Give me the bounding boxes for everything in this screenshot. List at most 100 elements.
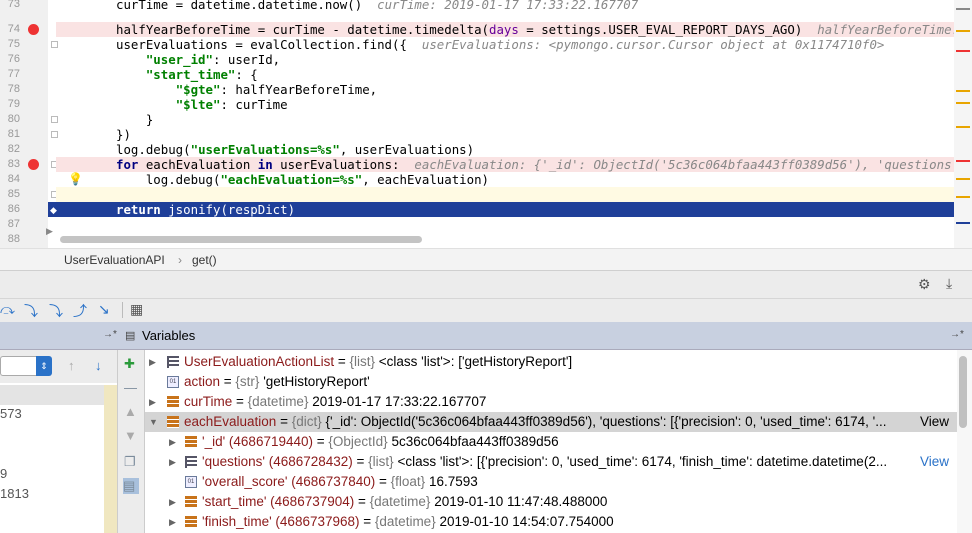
frame-item[interactable]: 573 [0,406,22,421]
code-line-breakpoint[interactable]: halfYearBeforeTime = curTime - datetime.… [56,22,954,37]
scroll-mark[interactable] [956,50,970,52]
line-number: 80 [7,113,20,125]
code-line[interactable]: curTime = datetime.datetime.now() curTim… [56,0,954,12]
evaluate-expression-icon[interactable]: ▦ [130,301,143,318]
breadcrumb-method[interactable]: get() [192,253,217,267]
expand-icon[interactable]: ▶ [149,352,156,372]
code-line[interactable]: log.debug("eachEvaluation=%s", eachEvalu… [56,172,954,187]
line-number: 79 [7,98,20,110]
line-number: 85 [7,188,20,200]
scroll-mark[interactable] [956,30,970,32]
code-line[interactable]: userEvaluations = evalCollection.find({ … [56,37,954,52]
variable-row[interactable]: ▶ 'start_time' (4686737904) = {datetime}… [145,492,957,512]
code-editor[interactable]: 73 74 75 76 77 78 79 80 81 82 83 84 85 8… [0,0,972,248]
primitive-icon: 01 [185,476,197,488]
scroll-mark[interactable] [956,8,970,10]
object-icon [185,496,197,508]
line-number: 83 [7,158,20,170]
variables-tree[interactable]: ▶ UserEvaluationActionList = {list} <cla… [145,350,957,533]
scroll-mark[interactable] [956,90,970,92]
variable-row[interactable]: 01 action = {str} 'getHistoryReport' [145,372,957,392]
scroll-mark[interactable] [956,178,970,180]
move-up-icon[interactable]: ▲ [124,404,137,419]
variable-row[interactable]: ▶ '_id' (4686719440) = {ObjectId} 5c36c0… [145,432,957,452]
frame-item[interactable]: 9 [0,466,7,481]
inline-debug-value: userEvaluations: <pymongo.cursor.Cursor … [421,37,885,52]
pin-icon[interactable]: →* [950,329,964,340]
variables-title: Variables [142,328,196,343]
step-into-icon[interactable]: ⤵ [24,301,38,321]
variable-row[interactable]: ▶ 'questions' (4686728432) = {list} <cla… [145,452,957,472]
code-line[interactable] [56,217,954,232]
expand-icon[interactable]: ▶ [169,452,176,472]
variable-row[interactable]: ▶ UserEvaluationActionList = {list} <cla… [145,352,957,372]
horizontal-scrollbar[interactable] [60,236,422,243]
code-line[interactable]: "user_id": userId, [56,52,954,67]
scroll-mark[interactable] [956,222,970,224]
copy-icon[interactable]: ❐ [124,454,136,470]
inline-debug-value: halfYearBeforeTime: 2018-07 [817,22,954,37]
hide-panel-icon[interactable]: ⤓ [946,275,952,292]
breadcrumb: UserEvaluationAPI › get() [0,248,972,270]
pin-icon[interactable]: →* [103,329,117,340]
object-icon [167,416,179,428]
list-icon [167,356,179,368]
code-line-caret[interactable] [56,187,954,202]
scroll-mark[interactable] [956,196,970,198]
code-line[interactable]: "start_time": { [56,67,954,82]
show-watches-icon[interactable]: ▤ [123,478,139,494]
chevron-down-icon[interactable]: ⇕ [36,356,52,376]
breakpoint-icon[interactable] [28,159,39,170]
lightbulb-icon[interactable]: 💡 [68,172,83,186]
error-stripe-scrollbar[interactable] [954,0,972,248]
run-to-cursor-icon[interactable]: ↘ [98,301,110,318]
variables-icon: ▤ [125,330,136,342]
line-number: 87 [7,218,20,230]
code-line[interactable]: "$lte": curTime [56,97,954,112]
code-line[interactable]: "$gte": halfYearBeforeTime, [56,82,954,97]
line-number: 86 [7,203,20,215]
code-line[interactable]: } [56,112,954,127]
variable-row[interactable]: 01 'overall_score' (4686737840) = {float… [145,472,957,492]
code-line[interactable]: }) [56,127,954,142]
next-frame-icon[interactable]: ↓ [95,358,102,373]
expand-icon[interactable]: ▶ [149,392,156,412]
gear-icon[interactable]: ⚙ [918,276,931,293]
line-number: 88 [7,233,20,245]
new-watch-icon[interactable]: ✚ [124,356,135,372]
expand-icon[interactable]: ▶ [169,432,176,452]
collapse-icon[interactable]: ▼ [149,412,158,432]
scroll-mark[interactable] [956,160,970,162]
object-icon [185,436,197,448]
breadcrumb-class[interactable]: UserEvaluationAPI [64,253,165,267]
step-into-my-code-icon[interactable]: ⤵ [49,301,63,321]
variables-scrollbar-thumb[interactable] [959,356,967,428]
remove-watch-icon[interactable]: — [124,380,137,395]
variables-panel-header: →* ▤ Variables →* [0,322,972,350]
line-number: 78 [7,83,20,95]
move-down-icon[interactable]: ▼ [124,428,137,443]
scroll-mark[interactable] [956,102,970,104]
frames-scrollbar[interactable] [104,385,117,533]
line-number: 74 [7,23,20,35]
view-link[interactable]: View [915,452,949,472]
previous-frame-icon[interactable]: ↑ [68,358,75,373]
variable-row[interactable]: ▶ 'finish_time' (4686737968) = {datetime… [145,512,957,532]
code-line[interactable]: log.debug("userEvaluations=%s", userEval… [56,142,954,157]
code-line-breakpoint[interactable]: for eachEvaluation in userEvaluations: e… [56,157,954,172]
expand-icon[interactable]: ▶ [169,492,176,512]
frames-panel: ↑ ↓ 573 9 1813 [0,350,117,533]
view-link[interactable]: View [915,412,949,432]
breakpoint-icon[interactable] [28,24,39,35]
step-out-icon[interactable]: ⤴ [73,301,87,321]
code-line-execution-point[interactable]: return jsonify(respDict) [48,202,954,217]
line-number: 84 [7,173,20,185]
step-over-icon[interactable]: ⤼ [0,301,15,318]
run-arrow-icon[interactable]: ▶ [46,226,53,237]
line-number: 75 [7,38,20,50]
expand-icon[interactable]: ▶ [169,512,176,532]
variable-row[interactable]: ▶ curTime = {datetime} 2019-01-17 17:33:… [145,392,957,412]
variable-row-selected[interactable]: ▼ eachEvaluation = {dict} {'_id': Object… [145,412,957,432]
scroll-mark[interactable] [956,126,970,128]
frame-item[interactable]: 1813 [0,486,29,501]
